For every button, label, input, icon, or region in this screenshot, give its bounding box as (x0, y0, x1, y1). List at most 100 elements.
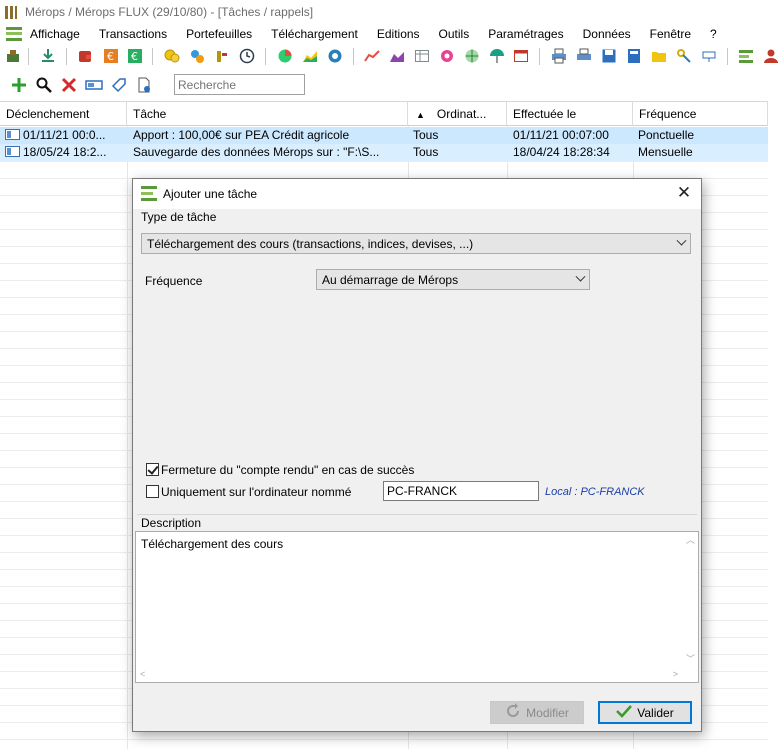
description-label: Description (141, 516, 202, 530)
only-computer-label[interactable]: Uniquement sur l'ordinateur nommé (161, 485, 351, 499)
parachute-icon[interactable] (488, 47, 506, 65)
description-textarea[interactable]: Téléchargement des cours ︿ ﹀ < > (135, 531, 699, 683)
table-row[interactable]: 01/11/21 00:0... Apport : 100,00€ sur PE… (0, 127, 768, 144)
menu-parametrages[interactable]: Paramétrages (488, 27, 563, 41)
cell-done: 01/11/21 00:07:00 (513, 128, 609, 142)
print-preview-icon[interactable] (575, 47, 593, 65)
close-report-label[interactable]: Fermeture du "compte rendu" en cas de su… (161, 463, 414, 477)
menu-portefeuilles[interactable]: Portefeuilles (186, 27, 252, 41)
checkmark-icon (616, 704, 633, 721)
keys-icon[interactable] (675, 47, 693, 65)
euro-orange-icon[interactable]: € (102, 47, 120, 65)
add-task-dialog: Ajouter une tâche ✕ Type de tâche Téléch… (132, 178, 702, 732)
column-tache[interactable]: Tâche (127, 102, 408, 126)
menu-affichage[interactable]: Affichage (30, 27, 80, 41)
svg-text:€: € (131, 50, 138, 63)
computer-name-input[interactable] (383, 481, 539, 501)
sort-ascending-icon: ▲ (416, 110, 425, 120)
modify-button[interactable]: Modifier (490, 701, 584, 724)
main-toolbar: € € (0, 43, 783, 69)
task-icon (5, 146, 20, 157)
portfolio-icon[interactable] (4, 47, 22, 65)
scroll-right-icon[interactable]: > (673, 669, 678, 679)
search-input[interactable] (174, 74, 305, 95)
table-row[interactable]: 18/05/24 18:2... Sauvegarde des données … (0, 144, 768, 161)
area-chart-icon[interactable] (301, 47, 319, 65)
calculator-icon[interactable] (625, 47, 643, 65)
table-icon[interactable] (413, 47, 431, 65)
modify-label: Modifier (526, 705, 569, 720)
layers-icon[interactable] (737, 47, 755, 65)
network-icon[interactable] (700, 47, 718, 65)
refresh-icon (505, 703, 521, 722)
vertical-scrollbar[interactable]: ︿ ﹀ (682, 532, 698, 667)
scroll-left-icon[interactable]: < (140, 669, 145, 679)
cell-trigger: 01/11/21 00:0... (5, 128, 106, 142)
menu-editions[interactable]: Editions (377, 27, 420, 41)
frequency-select[interactable]: Au démarrage de Mérops (316, 269, 590, 290)
only-computer-checkbox[interactable] (146, 485, 159, 498)
menu-transactions[interactable]: Transactions (99, 27, 167, 41)
target-icon[interactable] (326, 47, 344, 65)
search-icon[interactable] (35, 76, 53, 94)
close-report-checkbox[interactable] (146, 463, 159, 476)
menu-app-icon[interactable] (6, 26, 22, 41)
scroll-up-icon[interactable]: ︿ (686, 535, 695, 545)
line-chart-purple-icon[interactable] (388, 47, 406, 65)
add-icon[interactable] (10, 76, 28, 94)
task-toolbar (0, 71, 783, 99)
menu-donnees[interactable]: Données (583, 27, 631, 41)
wallet-icon[interactable] (76, 47, 94, 65)
cell-frequency: Ponctuelle (638, 128, 695, 142)
window-title: Mérops / Mérops FLUX (29/10/80) - [Tâche… (25, 5, 314, 19)
menu-outils[interactable]: Outils (439, 27, 470, 41)
task-icon (5, 129, 20, 140)
cell-task: Apport : 100,00€ sur PEA Crédit agricole (133, 128, 350, 142)
app-icon (4, 4, 18, 20)
cell-done: 18/04/24 18:28:34 (513, 145, 610, 159)
cell-task: Sauvegarde des données Mérops sur : "F:\… (133, 145, 380, 159)
horizontal-scrollbar[interactable]: < > (136, 666, 682, 682)
dialog-title-bar: Ajouter une tâche ✕ (133, 179, 701, 209)
close-icon[interactable]: ✕ (675, 183, 693, 203)
column-declenchement[interactable]: Déclenchement (0, 102, 127, 126)
column-ordinateur[interactable]: ▲ Ordinat... (408, 102, 507, 126)
line-chart-red-icon[interactable] (363, 47, 381, 65)
user-icon[interactable] (762, 47, 780, 65)
column-effectuee[interactable]: Effectuée le (507, 102, 633, 126)
validate-button[interactable]: Valider (598, 701, 692, 724)
scroll-down-icon[interactable]: ﹀ (686, 654, 695, 664)
grid-header: Déclenchement Tâche ▲ Ordinat... Effectué… (0, 102, 768, 126)
type-label: Type de tâche (141, 210, 217, 224)
document-icon[interactable] (135, 76, 153, 94)
chevron-down-icon (575, 271, 586, 282)
menu-bar: Affichage Transactions Portefeuilles Tél… (0, 24, 783, 43)
download-icon[interactable] (39, 47, 57, 65)
pie-chart-icon[interactable] (276, 47, 294, 65)
column-frequence[interactable]: Fréquence (633, 102, 768, 126)
frequency-value: Au démarrage de Mérops (322, 273, 459, 287)
cell-trigger: 18/05/24 18:2... (5, 145, 106, 159)
print-icon[interactable] (550, 47, 568, 65)
menu-telechargement[interactable]: Téléchargement (271, 27, 358, 41)
save-icon[interactable] (600, 47, 618, 65)
tag-icon[interactable] (110, 76, 128, 94)
cell-computer: Tous (413, 145, 439, 159)
flower-icon[interactable] (438, 47, 456, 65)
validate-label: Valider (637, 705, 674, 720)
delete-icon[interactable] (60, 76, 78, 94)
clock-icon[interactable] (238, 47, 256, 65)
tools-icon[interactable] (213, 47, 231, 65)
column-ordinateur-label: Ordinat... (436, 107, 487, 121)
globe-icon[interactable] (463, 47, 481, 65)
local-computer-label: Local : PC-FRANCK (545, 486, 645, 498)
euro-green-icon[interactable]: € (126, 47, 144, 65)
task-type-select[interactable]: Téléchargement des cours (transactions, … (141, 233, 691, 254)
rename-icon[interactable] (85, 76, 103, 94)
exchange-icon[interactable] (188, 47, 206, 65)
menu-fenetre[interactable]: Fenêtre (650, 27, 691, 41)
menu-help[interactable]: ? (710, 27, 717, 41)
coins-icon[interactable] (163, 47, 181, 65)
window-icon[interactable] (512, 47, 530, 65)
folder-icon[interactable] (650, 47, 668, 65)
